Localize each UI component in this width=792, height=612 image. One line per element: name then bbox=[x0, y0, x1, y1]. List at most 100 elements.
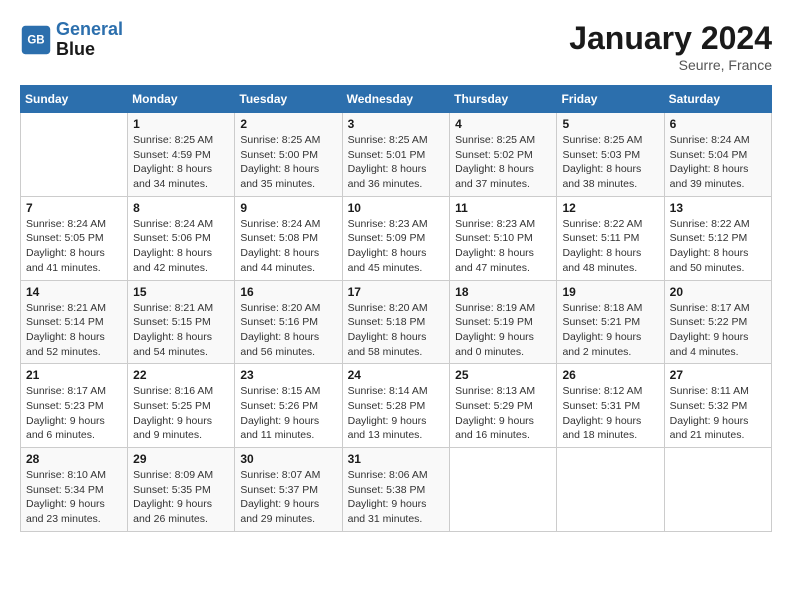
day-info: Sunrise: 8:14 AM Sunset: 5:28 PM Dayligh… bbox=[348, 384, 445, 443]
day-info: Sunrise: 8:25 AM Sunset: 5:01 PM Dayligh… bbox=[348, 133, 445, 192]
day-number: 26 bbox=[562, 368, 658, 382]
day-number: 3 bbox=[348, 117, 445, 131]
header-thursday: Thursday bbox=[450, 86, 557, 113]
day-number: 12 bbox=[562, 201, 658, 215]
week-row-3: 14 Sunrise: 8:21 AM Sunset: 5:14 PM Dayli… bbox=[21, 280, 772, 364]
table-cell: 30Sunrise: 8:07 AM Sunset: 5:37 PM Dayli… bbox=[235, 448, 342, 532]
table-cell: 29Sunrise: 8:09 AM Sunset: 5:35 PM Dayli… bbox=[128, 448, 235, 532]
day-number: 19 bbox=[562, 285, 658, 299]
day-info: Sunrise: 8:20 AM Sunset: 5:18 PM Dayligh… bbox=[348, 301, 445, 360]
table-cell: 20 Sunrise: 8:17 AM Sunset: 5:22 PM Dayli… bbox=[664, 280, 771, 364]
table-cell: 7Sunrise: 8:24 AM Sunset: 5:05 PM Daylig… bbox=[21, 196, 128, 280]
day-number: 21 bbox=[26, 368, 122, 382]
day-info: Sunrise: 8:22 AM Sunset: 5:11 PM Dayligh… bbox=[562, 217, 658, 276]
day-number: 6 bbox=[670, 117, 766, 131]
day-number: 18 bbox=[455, 285, 551, 299]
table-cell bbox=[21, 113, 128, 197]
table-cell: 21Sunrise: 8:17 AM Sunset: 5:23 PM Dayli… bbox=[21, 364, 128, 448]
day-number: 22 bbox=[133, 368, 229, 382]
day-number: 1 bbox=[133, 117, 229, 131]
day-info: Sunrise: 8:24 AM Sunset: 5:08 PM Dayligh… bbox=[240, 217, 336, 276]
day-number: 14 bbox=[26, 285, 122, 299]
day-info: Sunrise: 8:23 AM Sunset: 5:09 PM Dayligh… bbox=[348, 217, 445, 276]
day-info: Sunrise: 8:17 AM Sunset: 5:22 PM Dayligh… bbox=[670, 301, 766, 360]
table-cell: 18 Sunrise: 8:19 AM Sunset: 5:19 PM Dayli… bbox=[450, 280, 557, 364]
table-cell: 16 Sunrise: 8:20 AM Sunset: 5:16 PM Dayli… bbox=[235, 280, 342, 364]
day-number: 30 bbox=[240, 452, 336, 466]
table-cell: 15 Sunrise: 8:21 AM Sunset: 5:15 PM Dayli… bbox=[128, 280, 235, 364]
day-info: Sunrise: 8:11 AM Sunset: 5:32 PM Dayligh… bbox=[670, 384, 766, 443]
day-number: 17 bbox=[348, 285, 445, 299]
week-row-4: 21Sunrise: 8:17 AM Sunset: 5:23 PM Dayli… bbox=[21, 364, 772, 448]
day-info: Sunrise: 8:21 AM Sunset: 5:14 PM Dayligh… bbox=[26, 301, 122, 360]
svg-text:GB: GB bbox=[27, 34, 44, 46]
day-number: 28 bbox=[26, 452, 122, 466]
day-info: Sunrise: 8:25 AM Sunset: 5:00 PM Dayligh… bbox=[240, 133, 336, 192]
day-info: Sunrise: 8:13 AM Sunset: 5:29 PM Dayligh… bbox=[455, 384, 551, 443]
table-cell: 27 Sunrise: 8:11 AM Sunset: 5:32 PM Dayli… bbox=[664, 364, 771, 448]
table-cell: 10 Sunrise: 8:23 AM Sunset: 5:09 PM Dayli… bbox=[342, 196, 450, 280]
day-info: Sunrise: 8:06 AM Sunset: 5:38 PM Dayligh… bbox=[348, 468, 445, 527]
logo: GB General Blue bbox=[20, 20, 123, 60]
logo-text: General Blue bbox=[56, 20, 123, 60]
day-number: 15 bbox=[133, 285, 229, 299]
header-wednesday: Wednesday bbox=[342, 86, 450, 113]
table-cell: 24Sunrise: 8:14 AM Sunset: 5:28 PM Dayli… bbox=[342, 364, 450, 448]
day-info: Sunrise: 8:21 AM Sunset: 5:15 PM Dayligh… bbox=[133, 301, 229, 360]
table-cell: 4 Sunrise: 8:25 AM Sunset: 5:02 PM Daylig… bbox=[450, 113, 557, 197]
day-number: 10 bbox=[348, 201, 445, 215]
table-cell: 28 Sunrise: 8:10 AM Sunset: 5:34 PM Dayli… bbox=[21, 448, 128, 532]
day-number: 23 bbox=[240, 368, 336, 382]
day-info: Sunrise: 8:22 AM Sunset: 5:12 PM Dayligh… bbox=[670, 217, 766, 276]
day-info: Sunrise: 8:15 AM Sunset: 5:26 PM Dayligh… bbox=[240, 384, 336, 443]
day-number: 4 bbox=[455, 117, 551, 131]
day-number: 20 bbox=[670, 285, 766, 299]
day-info: Sunrise: 8:25 AM Sunset: 4:59 PM Dayligh… bbox=[133, 133, 229, 192]
header-saturday: Saturday bbox=[664, 86, 771, 113]
day-info: Sunrise: 8:23 AM Sunset: 5:10 PM Dayligh… bbox=[455, 217, 551, 276]
day-info: Sunrise: 8:25 AM Sunset: 5:02 PM Dayligh… bbox=[455, 133, 551, 192]
day-number: 7 bbox=[26, 201, 122, 215]
table-cell: 9 Sunrise: 8:24 AM Sunset: 5:08 PM Daylig… bbox=[235, 196, 342, 280]
table-cell: 26 Sunrise: 8:12 AM Sunset: 5:31 PM Dayli… bbox=[557, 364, 664, 448]
day-number: 2 bbox=[240, 117, 336, 131]
header-monday: Monday bbox=[128, 86, 235, 113]
day-info: Sunrise: 8:10 AM Sunset: 5:34 PM Dayligh… bbox=[26, 468, 122, 527]
day-info: Sunrise: 8:16 AM Sunset: 5:25 PM Dayligh… bbox=[133, 384, 229, 443]
table-cell: 12 Sunrise: 8:22 AM Sunset: 5:11 PM Dayli… bbox=[557, 196, 664, 280]
table-cell: 3 Sunrise: 8:25 AM Sunset: 5:01 PM Daylig… bbox=[342, 113, 450, 197]
week-row-1: 1 Sunrise: 8:25 AM Sunset: 4:59 PM Daylig… bbox=[21, 113, 772, 197]
day-info: Sunrise: 8:12 AM Sunset: 5:31 PM Dayligh… bbox=[562, 384, 658, 443]
day-info: Sunrise: 8:19 AM Sunset: 5:19 PM Dayligh… bbox=[455, 301, 551, 360]
location: Seurre, France bbox=[569, 57, 772, 73]
table-cell: 25 Sunrise: 8:13 AM Sunset: 5:29 PM Dayli… bbox=[450, 364, 557, 448]
day-number: 11 bbox=[455, 201, 551, 215]
day-number: 5 bbox=[562, 117, 658, 131]
day-info: Sunrise: 8:09 AM Sunset: 5:35 PM Dayligh… bbox=[133, 468, 229, 527]
calendar-table: Sunday Monday Tuesday Wednesday Thursday… bbox=[20, 85, 772, 532]
day-number: 25 bbox=[455, 368, 551, 382]
table-cell: 17 Sunrise: 8:20 AM Sunset: 5:18 PM Dayli… bbox=[342, 280, 450, 364]
day-info: Sunrise: 8:25 AM Sunset: 5:03 PM Dayligh… bbox=[562, 133, 658, 192]
day-info: Sunrise: 8:20 AM Sunset: 5:16 PM Dayligh… bbox=[240, 301, 336, 360]
table-cell: 6Sunrise: 8:24 AM Sunset: 5:04 PM Daylig… bbox=[664, 113, 771, 197]
day-number: 9 bbox=[240, 201, 336, 215]
table-cell: 11 Sunrise: 8:23 AM Sunset: 5:10 PM Dayli… bbox=[450, 196, 557, 280]
day-number: 13 bbox=[670, 201, 766, 215]
header-tuesday: Tuesday bbox=[235, 86, 342, 113]
table-cell bbox=[557, 448, 664, 532]
table-cell bbox=[664, 448, 771, 532]
table-cell: 19 Sunrise: 8:18 AM Sunset: 5:21 PM Dayli… bbox=[557, 280, 664, 364]
week-row-2: 7Sunrise: 8:24 AM Sunset: 5:05 PM Daylig… bbox=[21, 196, 772, 280]
month-title: January 2024 bbox=[569, 20, 772, 57]
calendar-page: GB General Blue January 2024 Seurre, Fra… bbox=[0, 0, 792, 612]
header-sunday: Sunday bbox=[21, 86, 128, 113]
table-cell bbox=[450, 448, 557, 532]
table-cell: 31Sunrise: 8:06 AM Sunset: 5:38 PM Dayli… bbox=[342, 448, 450, 532]
day-number: 16 bbox=[240, 285, 336, 299]
day-number: 27 bbox=[670, 368, 766, 382]
day-info: Sunrise: 8:18 AM Sunset: 5:21 PM Dayligh… bbox=[562, 301, 658, 360]
week-row-5: 28 Sunrise: 8:10 AM Sunset: 5:34 PM Dayli… bbox=[21, 448, 772, 532]
table-cell: 13 Sunrise: 8:22 AM Sunset: 5:12 PM Dayli… bbox=[664, 196, 771, 280]
table-cell: 5 Sunrise: 8:25 AM Sunset: 5:03 PM Daylig… bbox=[557, 113, 664, 197]
